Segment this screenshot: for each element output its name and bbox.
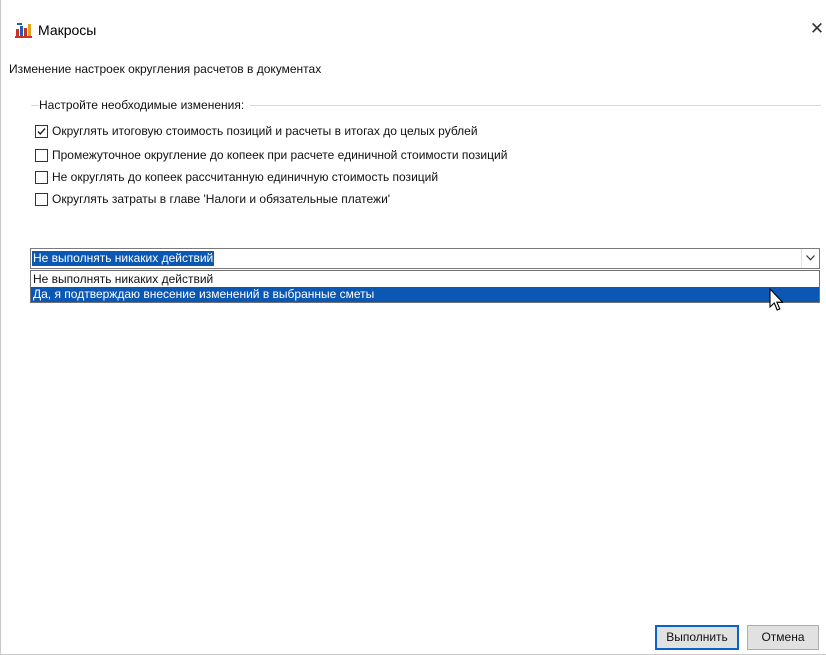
dropdown-option-no-action[interactable]: Не выполнять никаких действий bbox=[31, 272, 819, 287]
option-round-totals[interactable]: Округлять итоговую стоимость позиций и р… bbox=[35, 122, 478, 140]
close-button[interactable]: ✕ bbox=[807, 16, 826, 42]
option-label: Промежуточное округление до копеек при р… bbox=[52, 148, 508, 162]
macros-app-icon bbox=[15, 23, 32, 38]
check-mark-icon bbox=[37, 127, 46, 135]
cancel-button[interactable]: Отмена bbox=[747, 625, 819, 650]
checkbox[interactable] bbox=[35, 148, 48, 162]
dialog-subtitle: Изменение настроек округления расчетов в… bbox=[9, 62, 322, 76]
checkbox[interactable] bbox=[35, 124, 48, 138]
title-bar: Макросы ✕ bbox=[1, 0, 826, 44]
group-label: Настройте необходимые изменения: bbox=[39, 98, 251, 112]
run-button[interactable]: Выполнить bbox=[655, 625, 739, 650]
option-label: Округлять итоговую стоимость позиций и р… bbox=[52, 124, 478, 138]
close-icon: ✕ bbox=[809, 19, 825, 38]
combobox-dropdown-button[interactable] bbox=[801, 249, 819, 268]
option-round-taxes[interactable]: Округлять затраты в главе 'Налоги и обяз… bbox=[35, 190, 390, 208]
option-label: Округлять затраты в главе 'Налоги и обяз… bbox=[52, 192, 391, 206]
checkbox[interactable] bbox=[35, 170, 48, 184]
combobox-value: Не выполнять никаких действий bbox=[32, 251, 215, 266]
option-label: Не округлять до копеек рассчитанную един… bbox=[52, 170, 439, 184]
dropdown-option-confirm[interactable]: Да, я подтверждаю внесение изменений в в… bbox=[31, 287, 819, 302]
option-no-kopeck-rounding[interactable]: Не округлять до копеек рассчитанную един… bbox=[35, 168, 438, 186]
option-intermediate-rounding[interactable]: Промежуточное округление до копеек при р… bbox=[35, 146, 507, 164]
chevron-down-icon bbox=[806, 255, 815, 261]
action-combobox[interactable]: Не выполнять никаких действий bbox=[30, 248, 820, 269]
combobox-dropdown-list: Не выполнять никаких действий Да, я подт… bbox=[30, 270, 820, 303]
checkbox[interactable] bbox=[35, 192, 48, 206]
window-title: Макросы bbox=[38, 22, 97, 38]
macros-dialog: Макросы ✕ Изменение настроек округления … bbox=[0, 0, 826, 655]
mouse-cursor-icon bbox=[769, 287, 785, 315]
